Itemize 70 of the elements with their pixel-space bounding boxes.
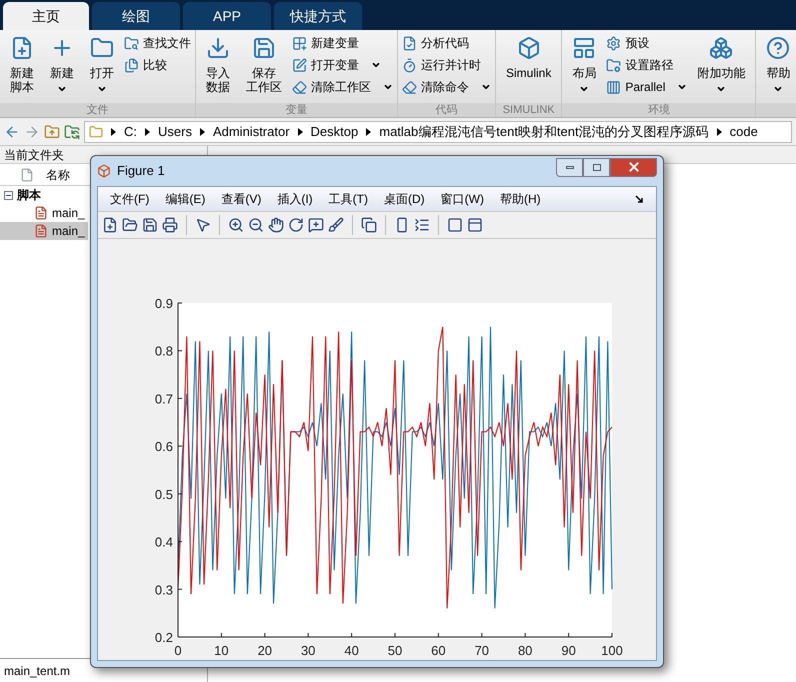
tick-label: 10: [214, 643, 229, 658]
path-segment[interactable]: Desktop: [310, 122, 358, 142]
ribbon-button[interactable]: 清除命令: [402, 76, 491, 98]
tick-label: 0.5: [154, 486, 173, 502]
menu-item[interactable]: 文件(F): [110, 190, 150, 208]
path-segment[interactable]: matlab编程混沌信号tent映射和tent混沌的分叉图程序源码: [379, 122, 709, 142]
ribbon-button[interactable]: 打开: [84, 32, 120, 94]
ribbon-tab[interactable]: 主页: [3, 2, 89, 30]
tick-label: 20: [258, 643, 272, 658]
path-segment[interactable]: Administrator: [212, 122, 290, 142]
group-label: SIMULINK: [502, 104, 555, 116]
menu-item[interactable]: 帮助(H): [500, 190, 541, 208]
menu-item[interactable]: 工具(T): [328, 190, 368, 208]
tick-label: 50: [388, 643, 402, 658]
path-segment[interactable]: C:: [124, 122, 137, 142]
ribbon-button[interactable]: 预设: [606, 32, 688, 54]
details-filename: main_tent.m: [4, 662, 70, 680]
tick-label: 0.8: [154, 344, 173, 359]
column-header[interactable]: 名称: [46, 166, 70, 184]
tick-label: 0.4: [154, 534, 173, 550]
ribbon-button[interactable]: 设置路径: [606, 54, 688, 76]
ribbon-button[interactable]: 布局: [566, 32, 602, 94]
ribbon-button[interactable]: Parallel: [606, 76, 688, 98]
menu-item[interactable]: 查看(V): [221, 190, 262, 208]
tick-label: 100: [601, 643, 623, 658]
tick-label: 90: [561, 643, 576, 658]
ribbon-button[interactable]: 分析代码: [402, 32, 491, 54]
ribbon-button[interactable]: 导入 数据: [200, 32, 236, 94]
ribbon-button[interactable]: 新建 脚本: [4, 32, 40, 94]
ribbon-button[interactable]: 打开变量: [292, 54, 393, 76]
address-field[interactable]: C: Users Administrator Desktop matlab编程混沌信号tent映射和tent混沌的分叉图程序源码 code: [84, 120, 792, 142]
tick-label: 0.9: [154, 296, 173, 311]
tick-label: 70: [474, 643, 490, 658]
group-label: 文件: [86, 104, 108, 116]
tick-label: 60: [431, 643, 446, 658]
ribbon-tab[interactable]: 快捷方式: [274, 2, 362, 30]
group-label: 环境: [648, 104, 670, 116]
ribbon-button[interactable]: 新建: [44, 32, 80, 94]
tick-label: 0.7: [154, 391, 173, 406]
tree-item[interactable]: 脚本: [0, 186, 88, 204]
ribbon-button[interactable]: 查找文件: [124, 32, 191, 54]
tick-label: 40: [344, 643, 359, 658]
path-segment[interactable]: Users: [158, 122, 192, 142]
ribbon-tab[interactable]: APP: [183, 2, 271, 30]
group-label: 代码: [436, 104, 458, 116]
ribbon-button[interactable]: 附加功能: [691, 32, 752, 94]
ribbon-button[interactable]: 新建变量: [292, 32, 393, 54]
window-title: Figure 1: [117, 162, 165, 180]
ribbon-button[interactable]: Simulink: [500, 32, 558, 80]
tree-item[interactable]: main_: [0, 204, 88, 222]
tick-label: 80: [518, 643, 532, 658]
menu-item[interactable]: 窗口(W): [440, 190, 484, 208]
tick-label: 0.6: [154, 439, 173, 454]
panel-title: 当前文件夹: [4, 146, 64, 164]
ribbon-button[interactable]: 清除工作区: [292, 76, 393, 98]
menu-item[interactable]: 插入(I): [277, 190, 313, 208]
ribbon-button[interactable]: 保存 工作区: [240, 32, 288, 94]
ribbon-button[interactable]: 帮助: [760, 32, 796, 94]
menu-item[interactable]: 编辑(E): [165, 190, 206, 208]
group-label: 变量: [286, 104, 308, 116]
tick-label: 0.3: [154, 582, 173, 598]
menu-item[interactable]: 桌面(D): [384, 190, 425, 208]
tick-label: 0.2: [154, 630, 173, 645]
tree-item[interactable]: main_: [0, 222, 88, 240]
tick-label: 30: [300, 643, 316, 658]
ribbon-button[interactable]: 运行并计时: [402, 54, 491, 76]
tick-label: 0: [174, 643, 182, 658]
ribbon-tab[interactable]: 绘图: [92, 2, 180, 30]
path-segment[interactable]: code: [730, 122, 758, 142]
ribbon-button[interactable]: 比较: [124, 54, 191, 76]
